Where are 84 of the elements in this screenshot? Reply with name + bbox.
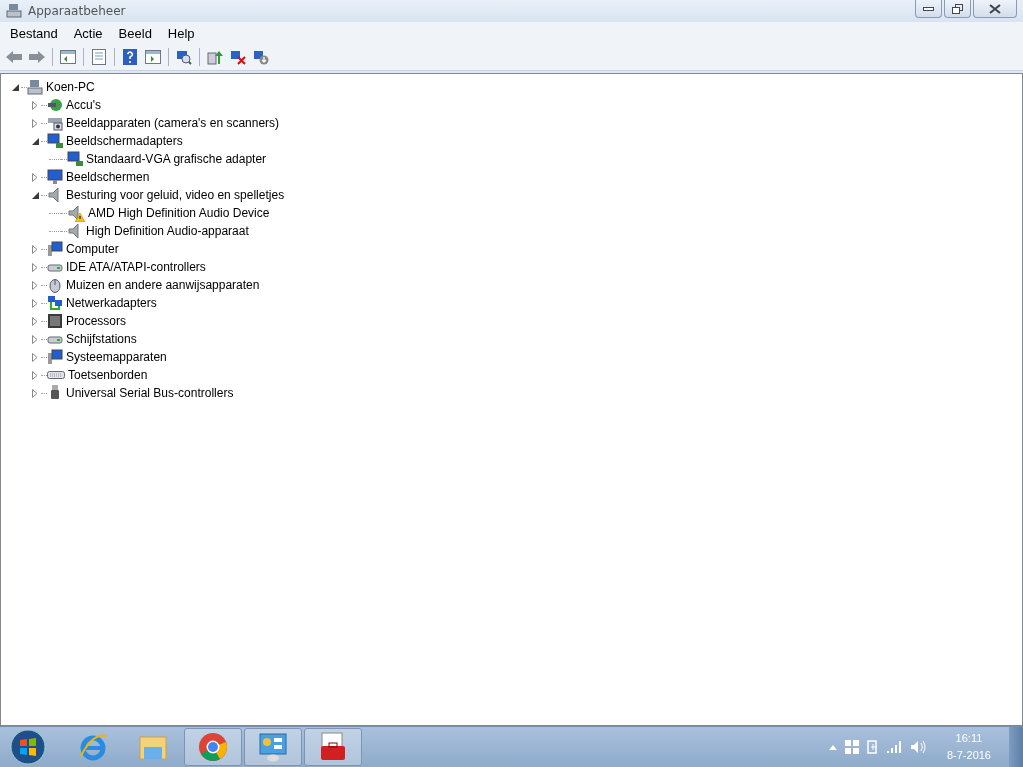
tree-item-label[interactable]: Schijfstations — [63, 332, 140, 346]
tree-item-label[interactable]: Beeldschermen — [63, 170, 153, 184]
tree-item-label[interactable]: Beeldschermadapters — [63, 134, 186, 148]
computer-icon — [6, 4, 22, 18]
tree-item-label[interactable]: IDE ATA/ATAPI-controllers — [63, 260, 209, 274]
clock-date: 8-7-2016 — [946, 748, 991, 763]
tree-item-label[interactable]: Besturing voor geluid, video en spelletjes — [63, 188, 288, 202]
network-icon — [47, 295, 63, 311]
close-button[interactable] — [973, 0, 1017, 18]
minimize-icon — [923, 6, 934, 11]
restore-icon — [952, 3, 963, 14]
chip-icon — [47, 313, 63, 329]
menu-item[interactable]: Help — [159, 25, 203, 41]
document-icon — [92, 49, 106, 65]
speaker-icon[interactable] — [910, 740, 927, 754]
taskbar-app-button[interactable] — [184, 728, 242, 766]
window-title: Apparaatbeheer — [28, 4, 126, 18]
taskbar-app-button[interactable] — [304, 728, 362, 766]
tree-item-label[interactable]: High Definition Audio-apparaat — [83, 224, 252, 238]
toolbar-button[interactable] — [89, 47, 109, 67]
monitor-icon — [47, 169, 63, 185]
tree-item-label[interactable]: Beeldapparaten (camera's en scanners) — [63, 116, 283, 130]
signal-bars-icon[interactable] — [886, 741, 903, 753]
device-cross-icon — [230, 49, 246, 65]
tree-item-label[interactable]: Koen-PC — [43, 80, 98, 94]
monitor-card-icon — [47, 133, 63, 149]
collapsed-triangle-icon[interactable] — [32, 244, 38, 254]
monitor-card-icon — [67, 151, 83, 167]
tree-item-label[interactable]: Accu's — [63, 98, 104, 112]
tree-item-label[interactable]: Computer — [63, 242, 122, 256]
back-arrow-icon — [5, 50, 23, 64]
close-icon — [989, 3, 1001, 14]
clock-time: 16:11 — [955, 731, 983, 746]
device-down-arrow-icon — [253, 49, 269, 65]
collapsed-triangle-icon[interactable] — [32, 334, 38, 344]
tree-item-label[interactable]: Netwerkadapters — [63, 296, 160, 310]
collapsed-triangle-icon[interactable] — [32, 352, 38, 362]
computer-icon — [27, 79, 43, 95]
browser-e-icon — [78, 732, 108, 762]
tree-item-label[interactable]: Standaard-VGA grafische adapter — [83, 152, 270, 166]
toolbar-button[interactable] — [58, 47, 78, 67]
tree-item-label[interactable]: Universal Serial Bus-controllers — [63, 386, 237, 400]
expanded-triangle-icon[interactable] — [31, 137, 39, 145]
mouse-icon — [47, 277, 63, 293]
scanner-icon — [47, 115, 63, 131]
chrome-icon — [198, 732, 228, 762]
toolbar-button[interactable] — [120, 47, 140, 67]
tree-item-label[interactable]: Processors — [63, 314, 130, 328]
tree-item-label[interactable]: Toetsenborden — [65, 368, 151, 382]
collapsed-triangle-icon[interactable] — [32, 118, 38, 128]
toolbox-icon — [318, 732, 348, 762]
collapsed-triangle-icon[interactable] — [32, 262, 38, 272]
windows-orb-icon — [10, 729, 46, 765]
expanded-triangle-icon[interactable] — [11, 83, 19, 91]
expanded-triangle-icon[interactable] — [31, 191, 39, 199]
restore-button[interactable] — [944, 0, 971, 18]
collapsed-triangle-icon[interactable] — [32, 298, 38, 308]
tree-item-label[interactable]: Systeemapparaten — [63, 350, 170, 364]
plug-icon — [47, 97, 63, 113]
taskbar-app-button[interactable] — [244, 728, 302, 766]
collapsed-triangle-icon[interactable] — [32, 370, 38, 380]
control-panel-icon — [258, 732, 288, 762]
collapsed-triangle-icon[interactable] — [32, 316, 38, 326]
panel-icon — [145, 50, 161, 64]
forward-arrow-icon — [28, 50, 46, 64]
collapsed-triangle-icon[interactable] — [32, 388, 38, 398]
collapsed-triangle-icon[interactable] — [32, 172, 38, 182]
collapsed-triangle-icon[interactable] — [32, 280, 38, 290]
tree-item-label[interactable]: Muizen en andere aanwijsapparaten — [63, 278, 263, 292]
panel-icon — [60, 50, 76, 64]
menu-item[interactable]: Bestand — [2, 25, 66, 41]
power-plug-icon[interactable] — [866, 739, 879, 755]
tree-item-label[interactable]: AMD High Definition Audio Device — [85, 206, 273, 220]
collapsed-triangle-icon[interactable] — [32, 100, 38, 110]
windows-flag-icon[interactable] — [844, 740, 859, 754]
folder-icon — [138, 733, 168, 761]
menu-item[interactable]: Actie — [65, 25, 111, 41]
monitor-magnifier-icon — [176, 49, 192, 65]
minimize-button[interactable] — [915, 0, 942, 18]
caret-up-icon[interactable] — [828, 744, 837, 750]
help-icon — [123, 49, 137, 65]
device-arrow-icon — [207, 49, 223, 65]
toolbar-button[interactable] — [143, 47, 163, 67]
menu-item[interactable]: Beeld — [110, 25, 160, 41]
